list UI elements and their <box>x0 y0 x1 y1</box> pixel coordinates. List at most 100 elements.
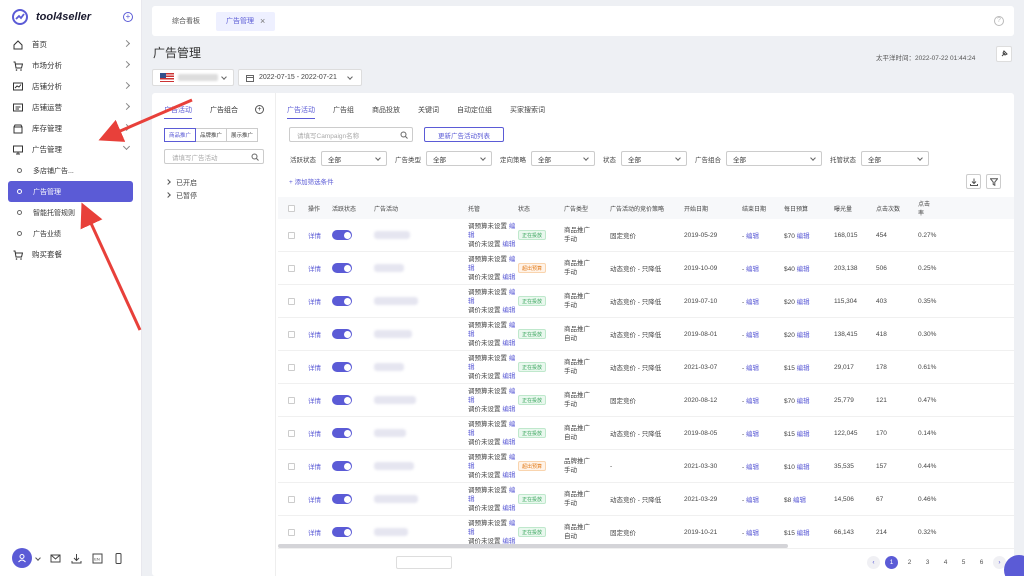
tab-ad-groups[interactable]: 广告组 <box>333 105 354 119</box>
edit-link[interactable]: 编辑 <box>746 431 759 438</box>
active-toggle[interactable] <box>332 428 352 438</box>
column-header[interactable]: 状态 <box>518 204 564 213</box>
campaign-search-input[interactable]: 请填写广告活动 <box>164 149 264 164</box>
table-row[interactable]: 详情 调预算未设置 编辑 调价未设置 编辑 正在投放 商品推广 手动 固定竞价 2… <box>278 384 1014 417</box>
filter-button[interactable] <box>986 174 1001 189</box>
campaign-name-search[interactable]: 请填写Campaign名称 <box>289 127 413 142</box>
active-toggle[interactable] <box>332 362 352 372</box>
edit-link[interactable]: 编辑 <box>502 472 515 479</box>
active-status-select[interactable]: 全部 <box>321 151 387 166</box>
column-header[interactable]: 广告活动 <box>374 204 468 213</box>
row-checkbox[interactable] <box>288 429 295 437</box>
table-row[interactable]: 详情 调预算未设置 编辑 调价未设置 编辑 正在投放 商品推广 手动 动态竞价 -… <box>278 351 1014 384</box>
targeting-strategy-select[interactable]: 全部 <box>531 151 595 166</box>
update-campaigns-button[interactable]: 更新广告活动列表 <box>424 127 504 142</box>
sidebar-item-cart[interactable]: 市场分析 <box>0 55 141 76</box>
edit-link[interactable]: 编辑 <box>502 406 515 413</box>
edit-link[interactable]: 编辑 <box>797 464 810 471</box>
edit-link[interactable]: 编辑 <box>746 497 759 504</box>
add-icon[interactable]: + <box>123 12 133 22</box>
detail-link[interactable]: 详情 <box>308 329 332 339</box>
mobile-icon[interactable] <box>113 552 124 564</box>
page-button[interactable]: 5 <box>957 556 970 569</box>
detail-link[interactable]: 详情 <box>308 230 332 240</box>
page-button[interactable]: 1 <box>885 556 898 569</box>
active-toggle[interactable] <box>332 263 352 273</box>
row-checkbox[interactable] <box>288 495 295 503</box>
status-select[interactable]: 全部 <box>621 151 687 166</box>
detail-link[interactable]: 详情 <box>308 263 332 273</box>
detail-link[interactable]: 详情 <box>308 395 332 405</box>
ad-type-select[interactable]: 全部 <box>426 151 492 166</box>
add-filter-button[interactable]: + 添加筛选条件 <box>289 176 334 186</box>
language-icon[interactable]: EN <box>92 553 103 564</box>
column-header[interactable]: 点击率 <box>918 199 932 217</box>
portfolio-select[interactable]: 全部 <box>726 151 822 166</box>
sidebar-subitem-3[interactable]: 广告业绩 <box>0 223 141 244</box>
active-toggle[interactable] <box>332 296 352 306</box>
column-header[interactable]: 点击次数 <box>876 204 918 213</box>
edit-link[interactable]: 编辑 <box>746 233 759 240</box>
table-row[interactable]: 详情 调预算未设置 编辑 调价未设置 编辑 正在投放 商品推广 手动 动态竞价 -… <box>278 285 1014 318</box>
edit-link[interactable]: 编辑 <box>746 398 759 405</box>
campaign-name-blurred[interactable] <box>374 429 406 437</box>
detail-link[interactable]: 详情 <box>308 461 332 471</box>
campaign-name-blurred[interactable] <box>374 462 414 470</box>
tab-ad-management[interactable]: 广告管理 × <box>216 11 276 31</box>
row-checkbox[interactable] <box>288 330 295 338</box>
column-header[interactable]: 托管 <box>468 204 518 213</box>
detail-link[interactable]: 详情 <box>308 362 332 372</box>
edit-link[interactable]: 编辑 <box>746 464 759 471</box>
page-button[interactable]: 4 <box>939 556 952 569</box>
column-header[interactable]: 开始日期 <box>684 204 742 213</box>
tab-search-terms[interactable]: 买家搜索词 <box>510 105 545 119</box>
page-button[interactable]: 6 <box>975 556 988 569</box>
detail-link[interactable]: 详情 <box>308 527 332 537</box>
edit-link[interactable]: 编辑 <box>502 439 515 446</box>
active-toggle[interactable] <box>332 329 352 339</box>
campaign-name-blurred[interactable] <box>374 231 410 239</box>
row-checkbox[interactable] <box>288 396 295 404</box>
campaign-name-blurred[interactable] <box>374 330 412 338</box>
edit-link[interactable]: 编辑 <box>797 332 810 339</box>
active-toggle[interactable] <box>332 395 352 405</box>
date-range-picker[interactable]: 2022-07-15 - 2022-07-21 <box>238 69 362 86</box>
edit-link[interactable]: 编辑 <box>797 530 810 537</box>
table-row[interactable]: 详情 调预算未设置 编辑 调价未设置 编辑 正在投放 商品推广 自动 动态竞价 -… <box>278 417 1014 450</box>
table-row[interactable]: 详情 调预算未设置 编辑 调价未设置 编辑 正在投放 商品推广 手动 固定竞价 2… <box>278 219 1014 252</box>
page-button[interactable]: 3 <box>921 556 934 569</box>
campaign-name-blurred[interactable] <box>374 363 404 371</box>
row-checkbox[interactable] <box>288 462 295 470</box>
table-row[interactable]: 详情 调预算未设置 编辑 调价未设置 编辑 正在投放 商品推广 手动 动态竞价 -… <box>278 483 1014 516</box>
table-row[interactable]: 详情 调预算未设置 编辑 调价未设置 编辑 超出预算 商品推广 手动 动态竞价 -… <box>278 252 1014 285</box>
row-checkbox[interactable] <box>288 297 295 305</box>
edit-link[interactable]: 编辑 <box>746 365 759 372</box>
campaign-name-blurred[interactable] <box>374 297 418 305</box>
edit-link[interactable]: 编辑 <box>746 530 759 537</box>
sidebar-item-buy-plan[interactable]: 购买套餐 <box>0 244 141 265</box>
edit-link[interactable]: 编辑 <box>746 332 759 339</box>
close-icon[interactable]: × <box>260 16 265 26</box>
column-header[interactable]: 广告类型 <box>564 204 610 213</box>
campaign-name-blurred[interactable] <box>374 495 418 503</box>
pin-button[interactable] <box>996 46 1012 62</box>
edit-link[interactable]: 编辑 <box>797 266 810 273</box>
edit-link[interactable]: 编辑 <box>797 431 810 438</box>
detail-link[interactable]: 详情 <box>308 428 332 438</box>
tree-node-paused[interactable]: 已暂停 <box>165 191 197 201</box>
tree-node-enabled[interactable]: 已开启 <box>165 178 197 188</box>
column-header[interactable]: 活跃状态 <box>332 204 374 213</box>
avatar[interactable] <box>12 548 32 568</box>
tab-keywords[interactable]: 关键词 <box>418 105 439 119</box>
logo[interactable]: tool4seller <box>0 0 141 34</box>
column-header[interactable]: 操作 <box>308 204 332 213</box>
page-size-select[interactable] <box>396 556 452 569</box>
download-icon[interactable] <box>71 553 82 564</box>
edit-link[interactable]: 编辑 <box>746 299 759 306</box>
edit-link[interactable]: 编辑 <box>502 505 515 512</box>
campaign-name-blurred[interactable] <box>374 264 404 272</box>
sidebar-item-chart[interactable]: 店铺分析 <box>0 76 141 97</box>
sidebar-subitem-2[interactable]: 智能托管规则 <box>0 202 141 223</box>
row-checkbox[interactable] <box>288 231 295 239</box>
sidebar-subitem-0[interactable]: 多店铺广告... <box>0 160 141 181</box>
